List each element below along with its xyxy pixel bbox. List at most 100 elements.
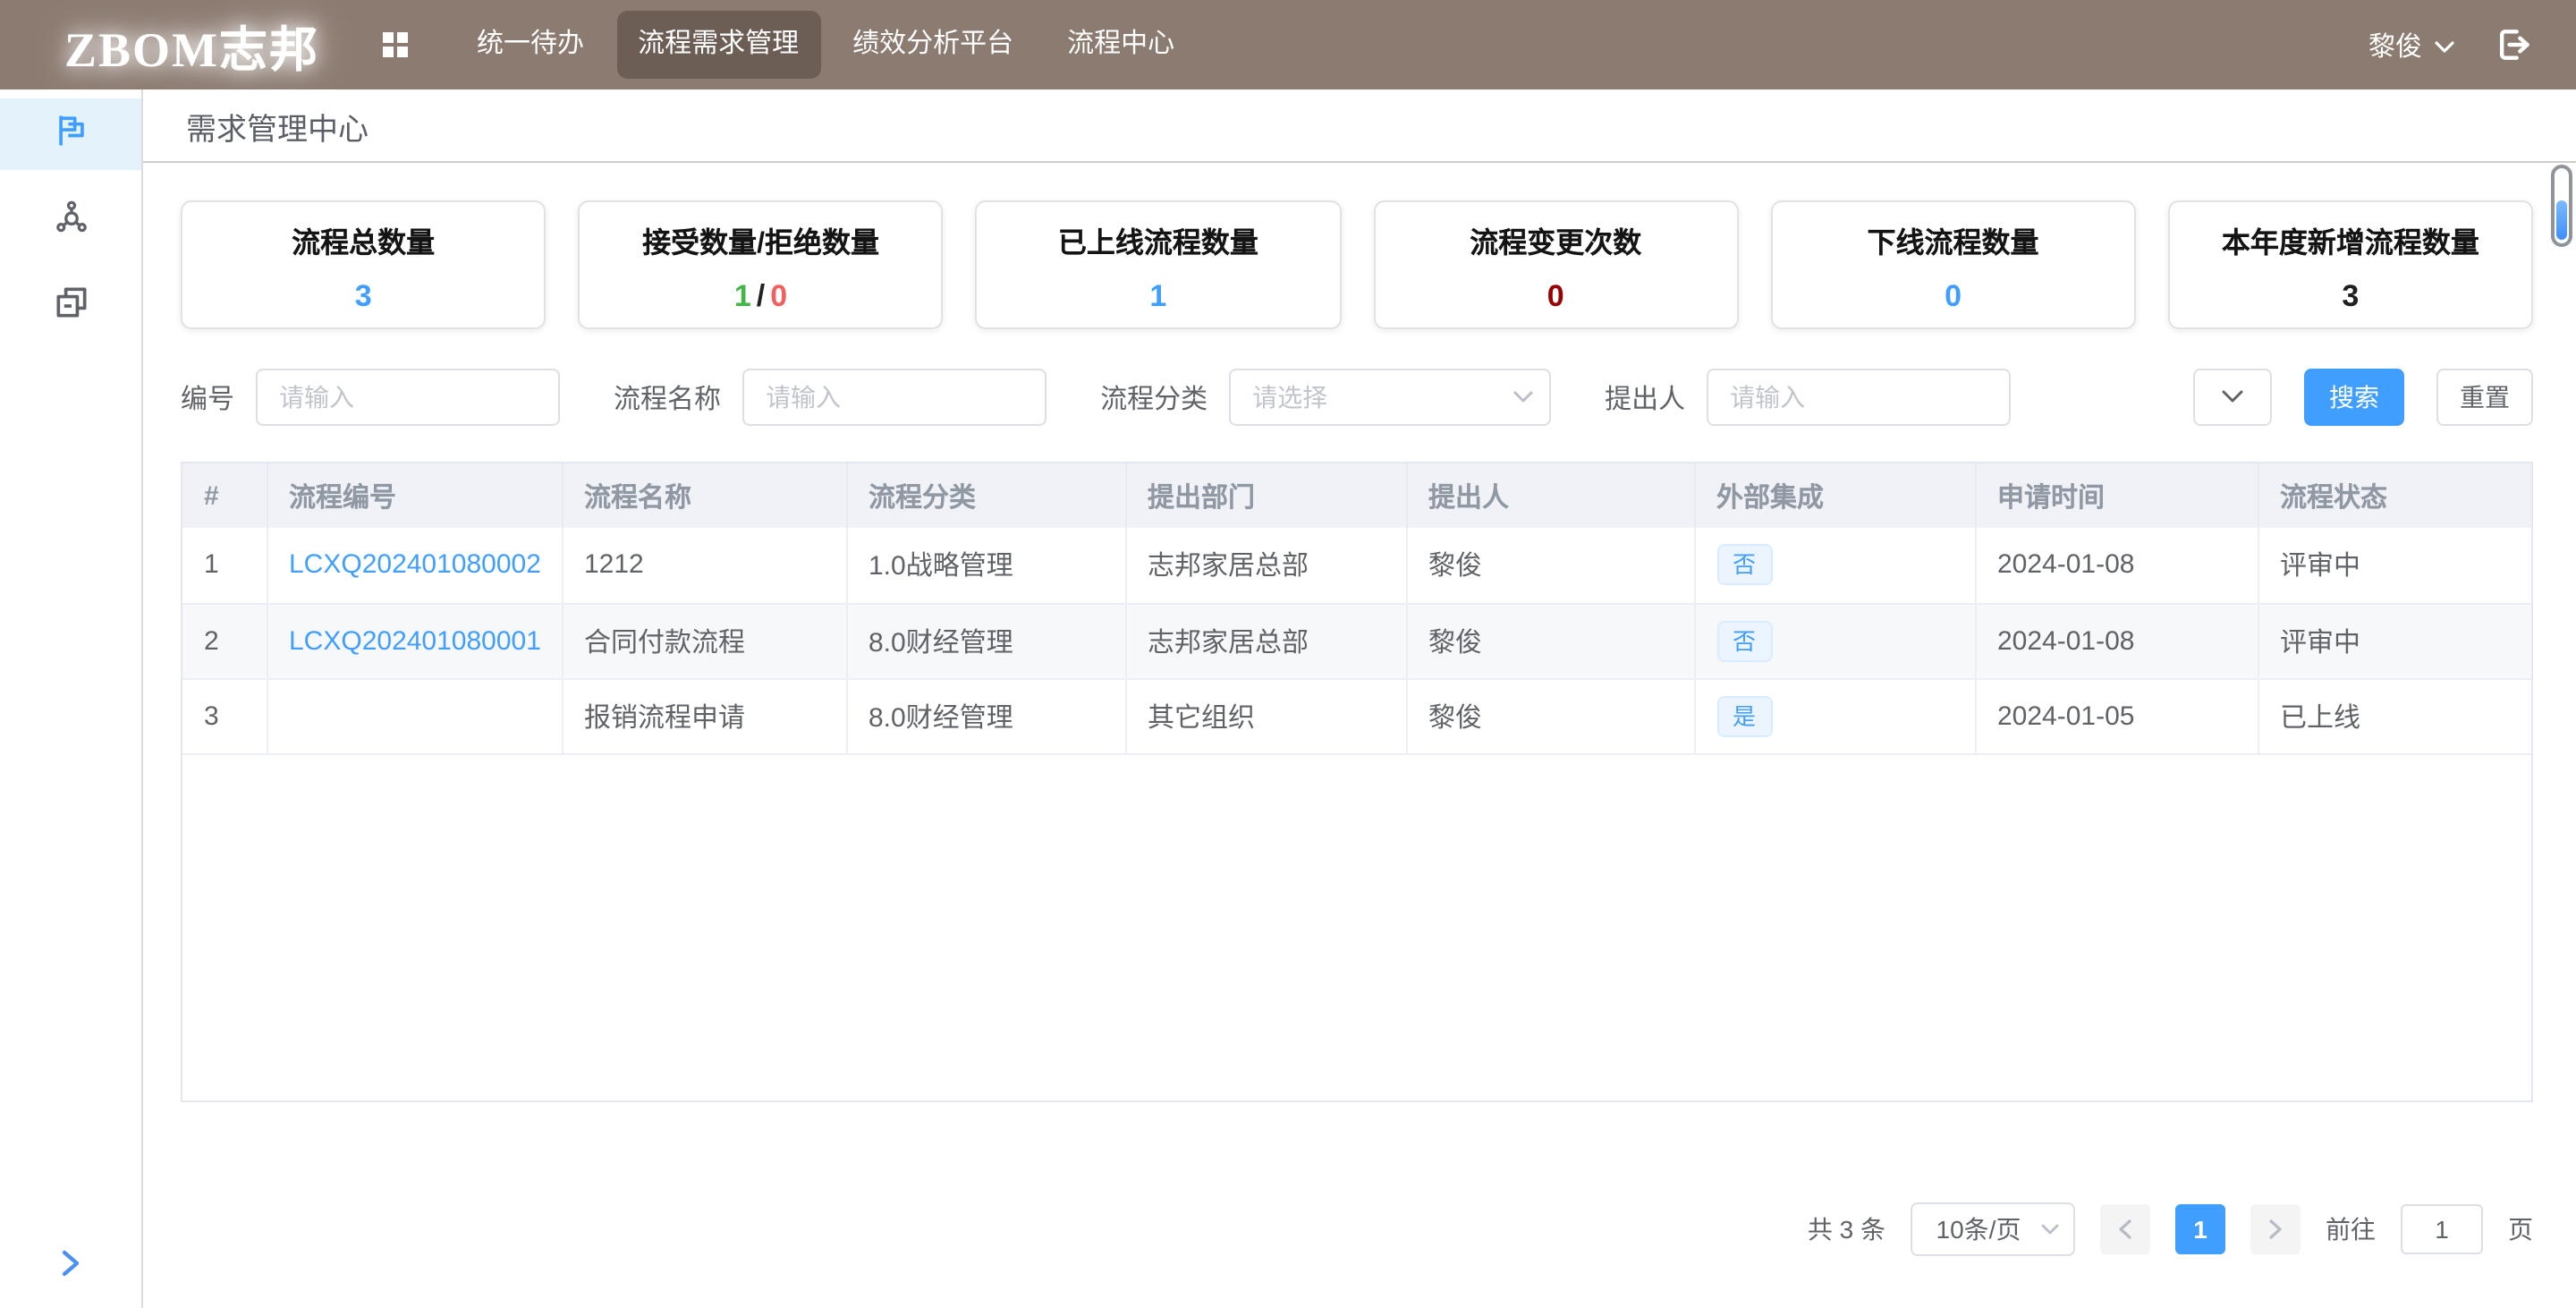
nav-item-process-demand[interactable]: 流程需求管理 xyxy=(616,12,820,79)
stat-value: 0 xyxy=(1945,281,1962,311)
cell-process-code xyxy=(267,678,562,753)
cell-category: 8.0财经管理 xyxy=(846,603,1125,678)
cell-proposer: 黎俊 xyxy=(1406,603,1694,678)
scrollbar[interactable] xyxy=(2551,165,2572,247)
cell-apply-date: 2024-01-08 xyxy=(1975,603,2258,678)
share-network-icon xyxy=(51,196,90,244)
table-row[interactable]: 2 LCXQ202401080001 合同付款流程 8.0财经管理 志邦家居总部… xyxy=(182,603,2531,678)
col-external-integration: 外部集成 xyxy=(1694,463,1975,528)
process-table: # 流程编号 流程名称 流程分类 提出部门 提出人 外部集成 申请时间 流程状态… xyxy=(181,462,2533,1102)
cell-department: 志邦家居总部 xyxy=(1125,528,1406,603)
stat-card-online: 已上线流程数量 1 xyxy=(976,200,1341,329)
stat-card-accept-reject: 接受数量/拒绝数量 1/0 xyxy=(578,200,943,329)
next-page-button[interactable] xyxy=(2250,1204,2301,1254)
cell-index: 3 xyxy=(182,678,267,753)
stat-label: 本年度新增流程数量 xyxy=(2222,218,2479,261)
cell-index: 1 xyxy=(182,528,267,603)
page-header: 需求管理中心 xyxy=(143,89,2576,163)
col-department: 提出部门 xyxy=(1125,463,1406,528)
stat-label: 已上线流程数量 xyxy=(1058,218,1258,261)
chevron-right-icon xyxy=(60,1249,81,1287)
stat-label: 下线流程数量 xyxy=(1868,218,2039,261)
stat-value: 3 xyxy=(355,281,372,311)
page-size-select[interactable]: 10条/页 xyxy=(1911,1202,2075,1256)
zbom-logo[interactable]: ZBOM志邦 xyxy=(64,10,319,80)
search-button[interactable]: 搜索 xyxy=(2304,369,2404,426)
cell-category: 1.0战略管理 xyxy=(846,528,1125,603)
app-grid-icon[interactable] xyxy=(380,30,409,59)
collapse-filters-button[interactable] xyxy=(2193,369,2272,426)
filter-proposer: 提出人 xyxy=(1605,369,2011,426)
process-code-link[interactable]: LCXQ202401080002 xyxy=(289,550,541,581)
external-badge: 是 xyxy=(1716,695,1772,736)
chevron-down-icon xyxy=(2435,30,2454,60)
external-badge: 否 xyxy=(1716,620,1772,661)
code-input[interactable] xyxy=(256,369,560,426)
goto-label: 前往 xyxy=(2326,1211,2376,1247)
prev-page-button[interactable] xyxy=(2100,1204,2150,1254)
stat-label: 流程总数量 xyxy=(292,218,435,261)
stat-slash: / xyxy=(751,279,770,313)
cell-proposer: 黎俊 xyxy=(1406,678,1694,753)
nav-item-performance[interactable]: 绩效分析平台 xyxy=(831,12,1035,79)
page-title: 需求管理中心 xyxy=(186,103,369,148)
user-name: 黎俊 xyxy=(2368,26,2422,64)
sidebar-item-copies[interactable] xyxy=(0,270,141,342)
logout-icon[interactable] xyxy=(2494,25,2533,64)
topbar-right: 黎俊 xyxy=(2368,25,2533,64)
col-status: 流程状态 xyxy=(2258,463,2531,528)
reset-button[interactable]: 重置 xyxy=(2436,369,2533,426)
cell-status: 评审中 xyxy=(2258,603,2531,678)
status-text: 评审中 xyxy=(2280,552,2360,582)
cell-process-name: 报销流程申请 xyxy=(562,678,846,753)
stat-card-offline: 下线流程数量 0 xyxy=(1770,200,2135,329)
cell-external-integration: 是 xyxy=(1694,678,1975,753)
goto-page-input[interactable] xyxy=(2401,1204,2483,1254)
cell-status: 已上线 xyxy=(2258,678,2531,753)
table-row[interactable]: 1 LCXQ202401080002 1212 1.0战略管理 志邦家居总部 黎… xyxy=(182,528,2531,603)
sidebar-item-process-map[interactable] xyxy=(0,184,141,256)
category-select-input[interactable] xyxy=(1229,369,1551,426)
cell-process-code: LCXQ202401080001 xyxy=(267,603,562,678)
stat-card-new-this-year: 本年度新增流程数量 3 xyxy=(2168,200,2533,329)
nav-item-process-center[interactable]: 流程中心 xyxy=(1046,12,1196,79)
process-name-input[interactable] xyxy=(742,369,1046,426)
scrollbar-thumb[interactable] xyxy=(2556,200,2567,240)
app-window: ZBOM志邦 统一待办 流程需求管理 绩效分析平台 流程中心 黎俊 xyxy=(0,0,2576,1308)
stat-reject-value: 0 xyxy=(770,279,787,313)
stat-card-changes: 流程变更次数 0 xyxy=(1373,200,1738,329)
cell-proposer: 黎俊 xyxy=(1406,528,1694,603)
cell-index: 2 xyxy=(182,603,267,678)
table-body: 1 LCXQ202401080002 1212 1.0战略管理 志邦家居总部 黎… xyxy=(182,528,2531,753)
stat-value: 0 xyxy=(1547,281,1564,311)
stat-value: 3 xyxy=(2342,281,2359,311)
total-count: 共 3 条 xyxy=(1808,1211,1885,1247)
status-text: 评审中 xyxy=(2280,627,2360,658)
page-number-1[interactable]: 1 xyxy=(2175,1204,2225,1254)
col-category: 流程分类 xyxy=(846,463,1125,528)
sidebar-expand-button[interactable] xyxy=(0,1249,141,1287)
topbar: ZBOM志邦 统一待办 流程需求管理 绩效分析平台 流程中心 黎俊 xyxy=(0,0,2576,89)
status-text: 已上线 xyxy=(2280,702,2360,733)
col-proposer: 提出人 xyxy=(1406,463,1694,528)
proposer-input[interactable] xyxy=(1707,369,2011,426)
table-row[interactable]: 3 报销流程申请 8.0财经管理 其它组织 黎俊 是 2024-01-05 已上… xyxy=(182,678,2531,753)
user-menu[interactable]: 黎俊 xyxy=(2368,26,2454,64)
page-size-value: 10条/页 xyxy=(1936,1211,2021,1247)
main-content: 需求管理中心 流程总数量 3 接受数量/拒绝数量 1/0 已上线流程数量 1 xyxy=(143,89,2576,1308)
cell-process-code: LCXQ202401080002 xyxy=(267,528,562,603)
filter-code-label: 编号 xyxy=(181,378,234,416)
cell-process-name: 合同付款流程 xyxy=(562,603,846,678)
sidebar xyxy=(0,89,143,1308)
cell-external-integration: 否 xyxy=(1694,528,1975,603)
category-select[interactable] xyxy=(1229,369,1551,426)
process-code-link[interactable]: LCXQ202401080001 xyxy=(289,625,541,656)
sidebar-item-demand-center[interactable] xyxy=(0,98,141,170)
stat-label: 流程变更次数 xyxy=(1470,218,1641,261)
page-unit-label: 页 xyxy=(2508,1211,2533,1247)
cell-apply-date: 2024-01-08 xyxy=(1975,528,2258,603)
copy-documents-icon xyxy=(51,282,90,330)
nav-item-todo[interactable]: 统一待办 xyxy=(455,12,606,79)
cell-department: 其它组织 xyxy=(1125,678,1406,753)
flag-icon xyxy=(51,110,90,158)
